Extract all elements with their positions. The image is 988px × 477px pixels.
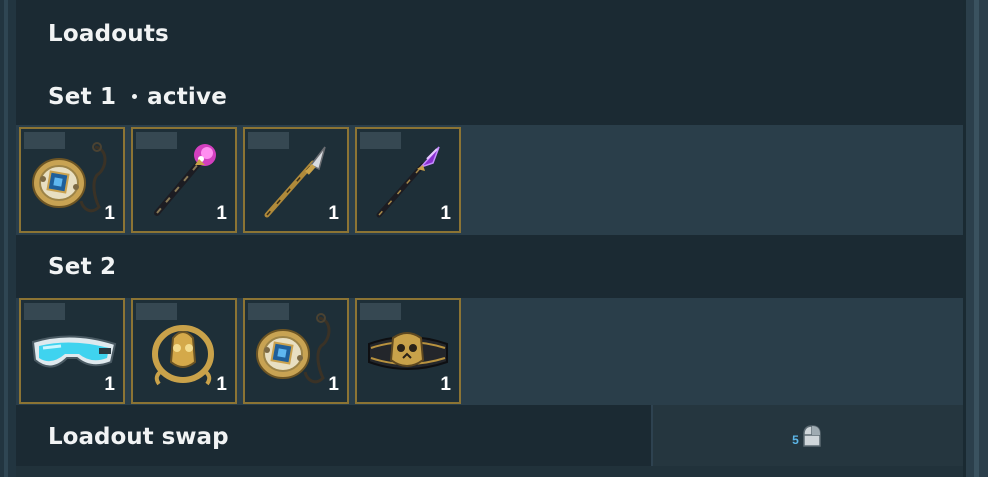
item-slot[interactable]: 1 bbox=[131, 127, 237, 233]
item-slot[interactable]: 1 bbox=[131, 298, 237, 404]
item-quantity: 1 bbox=[104, 374, 115, 395]
item-quantity: 1 bbox=[328, 203, 339, 224]
set-1-header[interactable]: Set 1 active bbox=[16, 68, 963, 125]
loadout-swap-label: Loadout swap bbox=[48, 424, 229, 450]
scrollbar[interactable] bbox=[963, 0, 988, 477]
set-2-label: Set 2 bbox=[48, 253, 117, 280]
item-quantity: 1 bbox=[104, 203, 115, 224]
active-status: active bbox=[147, 83, 227, 110]
item-slot[interactable]: 1 bbox=[19, 127, 125, 233]
keybind-number: 5 bbox=[792, 432, 799, 447]
item-quantity: 1 bbox=[440, 203, 451, 224]
item-slot[interactable]: 1 bbox=[243, 298, 349, 404]
item-slot[interactable]: 1 bbox=[243, 127, 349, 233]
item-quantity: 1 bbox=[216, 374, 227, 395]
left-rail bbox=[0, 0, 16, 477]
item-quantity: 1 bbox=[216, 203, 227, 224]
item-slot[interactable]: 1 bbox=[355, 127, 461, 233]
set-2-header[interactable]: Set 2 bbox=[16, 235, 963, 298]
item-quantity: 1 bbox=[328, 374, 339, 395]
bullet-dot-icon bbox=[132, 94, 138, 99]
set-1-slots: 1 1 1 1 bbox=[16, 127, 963, 233]
keybind-button[interactable]: 5 bbox=[651, 405, 963, 466]
panel-footer bbox=[16, 466, 963, 477]
panel-title-row: Loadouts bbox=[16, 0, 963, 68]
active-indicator: active bbox=[132, 84, 227, 110]
set-1-label: Set 1 bbox=[48, 83, 117, 110]
set-2-slots: 1 1 1 1 bbox=[16, 298, 963, 404]
item-slot[interactable]: 1 bbox=[19, 298, 125, 404]
item-slot[interactable]: 1 bbox=[355, 298, 461, 404]
item-quantity: 1 bbox=[440, 374, 451, 395]
mouse-button-icon bbox=[803, 424, 821, 447]
panel-title: Loadouts bbox=[48, 21, 169, 47]
